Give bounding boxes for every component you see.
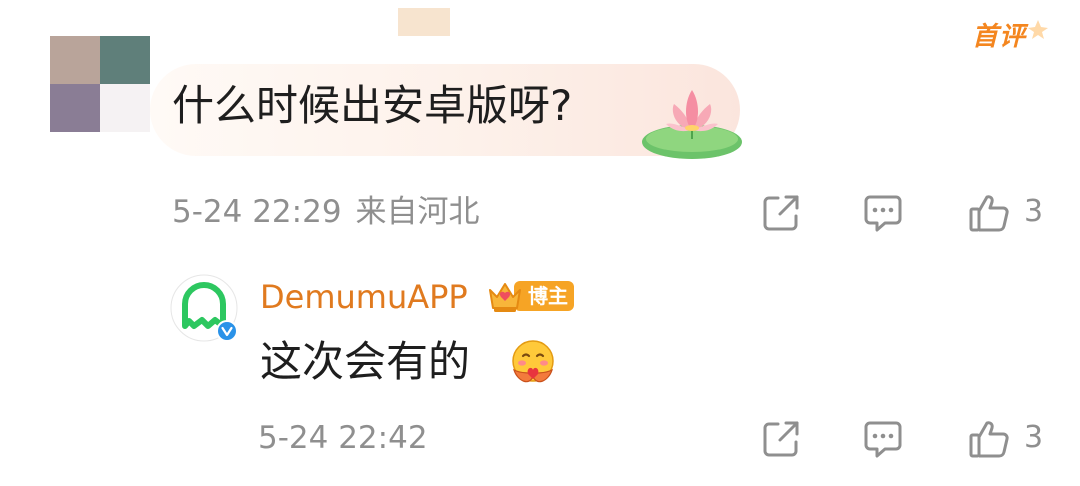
comment-icon[interactable] xyxy=(862,418,904,460)
avatar[interactable] xyxy=(170,274,240,344)
username-link[interactable]: DemumuAPP xyxy=(260,278,468,316)
comment-icon[interactable] xyxy=(862,192,904,234)
thumbs-up-icon[interactable] xyxy=(968,192,1010,234)
crown-icon xyxy=(489,283,521,312)
share-icon[interactable] xyxy=(760,192,802,234)
first-comment-badge-label: 首评 xyxy=(972,22,1027,52)
verified-icon xyxy=(216,320,238,342)
comment-meta: 5-24 22:29 来自河北 xyxy=(172,194,480,230)
commenter-avatar[interactable] xyxy=(50,36,150,132)
blogger-badge: 博主 xyxy=(486,278,576,316)
cropped-image-fragment xyxy=(398,8,450,36)
reply-text: 这次会有的 xyxy=(260,337,471,386)
lotus-icon xyxy=(636,82,748,166)
like-count: 3 xyxy=(1024,194,1044,229)
share-icon[interactable] xyxy=(760,418,802,460)
reply-like-count: 3 xyxy=(1024,420,1044,455)
hug-emoji-icon xyxy=(508,338,558,388)
comment-location: 来自河北 xyxy=(355,194,480,230)
comment-thread: 首评 什么时候出安卓版呀? 5-24 22:29 来自河北 3 DemumuAP… xyxy=(0,0,1080,486)
first-comment-badge: 首评 xyxy=(968,14,1052,52)
reply-time: 5-24 22:42 xyxy=(258,420,428,456)
comment-time: 5-24 22:29 xyxy=(172,194,342,230)
thumbs-up-icon[interactable] xyxy=(968,418,1010,460)
comment-text: 什么时候出安卓版呀? xyxy=(172,81,573,130)
